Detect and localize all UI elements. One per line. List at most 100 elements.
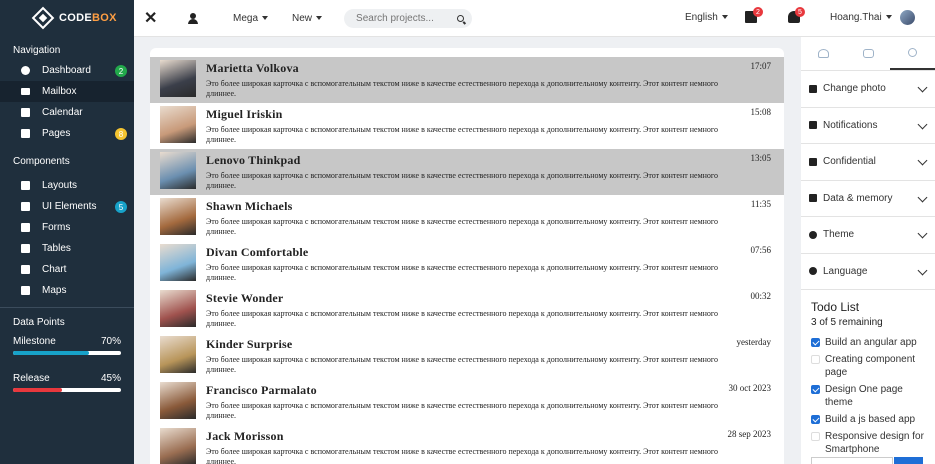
sidebar-item-label: Dashboard [42,65,91,76]
chevron-down-icon [917,265,928,275]
message-list: Marietta Volkova Это более широкая карточ… [150,48,784,464]
components-heading: Components [13,156,70,167]
todo-checkbox[interactable] [811,338,820,347]
todo-checkbox[interactable] [811,355,820,364]
search-input[interactable] [356,12,458,24]
chevron-down-icon [721,15,728,20]
sidebar-item-tables[interactable]: Tables [0,238,134,259]
message-time: 30 oct 2023 [728,383,772,393]
message-sender: Divan Comfortable [206,245,309,259]
message-row[interactable]: Miguel Iriskin Это более широкая карточка… [150,103,784,149]
sidebar-item-pages[interactable]: Pages 8 [0,123,134,144]
message-preview: Это более широкая карточка с вспомогател… [206,125,718,144]
message-body: Divan Comfortable Это более широкая карто… [206,241,784,287]
brand-logo-icon [31,6,55,30]
message-row[interactable]: Lenovo Thinkpad Это более широкая карточк… [150,149,784,195]
new-menu-dropdown[interactable]: New [292,13,323,24]
message-time: 17:07 [750,61,771,71]
sidebar-item-label: Calendar [42,107,83,118]
message-time: 11:35 [750,199,771,209]
release-label: Release [13,373,50,384]
message-preview: Это более широкая карточка с вспомогател… [206,171,718,190]
gear-icon [908,48,918,57]
todo-item: Creating component page [811,353,925,379]
chevron-down-icon [885,15,892,20]
close-sidebar-icon[interactable]: ✕ [144,8,157,28]
milestone-progress-bar [13,351,121,355]
settings-section-label: Confidential [823,156,876,168]
user-name-dropdown[interactable]: Hoang.Thai [830,12,892,23]
sidebar-item-label: UI Elements [42,201,97,212]
sidebar-item-layouts[interactable]: Layouts [0,175,134,196]
message-preview: Это более широкая карточка с вспомогател… [206,79,718,98]
settings-section-change-photo[interactable]: Change photo [801,71,935,108]
settings-section-theme[interactable]: Theme [801,217,935,254]
sidebar-item-calendar[interactable]: Calendar [0,102,134,123]
todo-checkbox[interactable] [811,432,820,441]
release-value: 45% [100,373,121,384]
message-sender: Jack Morisson [206,429,284,443]
todo-checkbox[interactable] [811,415,820,424]
todo-label: Build a js based app [825,414,916,425]
message-time: 15:08 [750,107,771,117]
avatar [160,198,196,235]
milestone-row: Milestone 70% [0,336,134,347]
todo-add-button[interactable] [894,457,923,464]
avatar [160,428,196,464]
avatar [160,336,196,373]
settings-panel: Change photo Notifications Confidential Dat… [801,37,935,464]
brand[interactable]: CODEBOX [0,0,134,36]
database-icon [809,194,817,203]
lock-icon [809,157,817,166]
language-dropdown[interactable]: English [685,12,728,23]
mega-menu-dropdown[interactable]: Mega [233,13,269,24]
message-time: 13:05 [750,153,771,163]
message-body: Stevie Wonder Это более широкая карточка … [206,287,784,333]
todo-label: Design One page theme [825,384,903,408]
settings-section-language[interactable]: Language [801,254,935,290]
sidebar: CODEBOX Navigation Dashboard 2 Mailbox Cale… [0,0,134,464]
chevron-down-icon [262,15,269,20]
todo-input[interactable] [811,457,893,464]
message-row[interactable]: Kinder Surprise Это более широкая карточк… [150,333,784,379]
message-row[interactable]: Stevie Wonder Это более широкая карточка … [150,287,784,333]
message-sender: Francisco Parmalato [206,383,317,397]
settings-section-confidential[interactable]: Confidential [801,144,935,181]
message-row[interactable]: Francisco Parmalato Это более широкая кар… [150,379,784,425]
todo-checkbox[interactable] [811,385,820,394]
layouts-icon [21,181,30,190]
tab-settings[interactable] [890,37,935,70]
message-row[interactable]: Jack Morisson Это более широкая карточка … [150,425,784,464]
message-row[interactable]: Divan Comfortable Это более широкая карто… [150,241,784,287]
sidebar-item-chart[interactable]: Chart [0,259,134,280]
settings-section-label: Data & memory [823,192,893,204]
message-body: Lenovo Thinkpad Это более широкая карточк… [206,149,784,195]
settings-section-notifications[interactable]: Notifications [801,108,935,144]
sidebar-item-mailbox[interactable]: Mailbox [0,81,134,102]
message-body: Miguel Iriskin Это более широкая карточка… [206,103,784,149]
dashboard-icon [21,66,30,75]
user-name-label: Hoang.Thai [830,12,882,23]
message-body: Francisco Parmalato Это более широкая кар… [206,379,784,425]
sidebar-item-ui-elements[interactable]: UI Elements 5 [0,196,134,217]
tab-contacts[interactable] [801,37,846,70]
user-icon[interactable] [188,12,198,24]
navigation-heading: Navigation [13,45,61,56]
sidebar-item-forms[interactable]: Forms [0,217,134,238]
settings-section-data-memory[interactable]: Data & memory [801,181,935,217]
tab-chat[interactable] [846,37,891,70]
message-row[interactable]: Marietta Volkova Это более широкая карточ… [150,57,784,103]
sidebar-item-dashboard[interactable]: Dashboard 2 [0,60,134,81]
message-preview: Это более широкая карточка с вспомогател… [206,217,718,236]
message-row[interactable]: Shawn Michaels Это более широкая карточка… [150,195,784,241]
user-avatar[interactable] [900,10,915,25]
message-sender: Miguel Iriskin [206,107,283,121]
avatar [160,290,196,327]
sidebar-item-maps[interactable]: Maps [0,280,134,301]
search-icon[interactable] [457,14,465,22]
message-preview: Это более широкая карточка с вспомогател… [206,263,718,282]
pages-icon [21,129,30,138]
chart-icon [21,265,30,274]
todo-label: Build an angular app [825,337,917,348]
chat-icon [862,49,874,58]
